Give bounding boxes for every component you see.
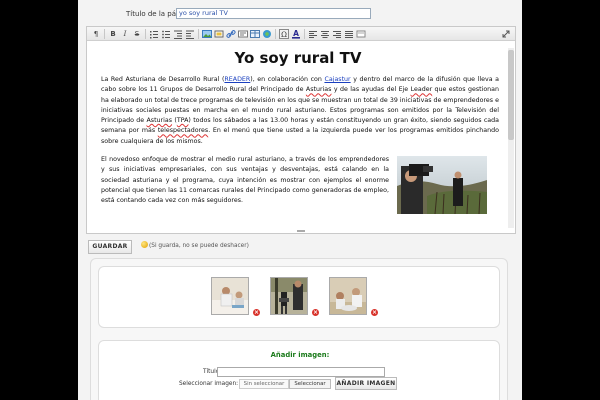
- select-image-label: Seleccionar imagen:: [179, 381, 239, 387]
- image-icon[interactable]: [202, 29, 212, 39]
- special-char-icon[interactable]: Ω: [279, 29, 289, 39]
- table-icon[interactable]: [250, 29, 260, 39]
- link-icon[interactable]: [226, 29, 236, 39]
- lightbulb-icon: [141, 241, 148, 248]
- editor-content[interactable]: Yo soy rural TV La Red Asturiana de Desa…: [93, 47, 503, 231]
- paragraph-link[interactable]: READER: [224, 76, 250, 83]
- list-ol-icon[interactable]: [149, 29, 159, 39]
- svg-text:Ω: Ω: [281, 31, 287, 39]
- delete-thumbnail-3-icon[interactable]: ×: [371, 309, 378, 316]
- thumbnail-2[interactable]: [270, 277, 308, 315]
- align-right-icon[interactable]: [332, 29, 342, 39]
- delete-thumbnail-2-icon[interactable]: ×: [312, 309, 319, 316]
- delete-thumbnail-1-icon[interactable]: ×: [253, 309, 260, 316]
- outdent-icon[interactable]: [173, 29, 183, 39]
- spellcheck-word: Asturias: [146, 117, 173, 125]
- spellcheck-word: Asturias: [305, 86, 332, 94]
- list-ul-icon[interactable]: [161, 29, 171, 39]
- paragraph-link[interactable]: Cajastur: [324, 76, 350, 83]
- image-title-input[interactable]: [217, 367, 385, 377]
- save-hint: (Si guarda, no se puede deshacer): [149, 243, 249, 249]
- editor-scrollbar[interactable]: [508, 48, 514, 228]
- add-image-panel: Añadir imagen: Título Seleccionar imagen…: [98, 340, 500, 400]
- toolbar-divider: [145, 29, 146, 39]
- scrollbar-thumb[interactable]: [508, 50, 514, 140]
- toolbar-divider: [104, 29, 105, 39]
- editor-toolbar: ¶ B I S Ω A: [87, 27, 515, 41]
- paragraph-text: ), en colaboración con: [250, 76, 325, 83]
- source-icon[interactable]: ¶: [91, 29, 101, 39]
- bold-icon[interactable]: B: [108, 29, 118, 39]
- add-image-button[interactable]: AÑADIR IMAGEN: [335, 377, 397, 390]
- page-title-input[interactable]: yo soy rural TV: [176, 8, 371, 19]
- maximize-icon[interactable]: [501, 29, 511, 39]
- paragraph-2: El novedoso enfoque de mostrar el medio …: [101, 156, 389, 205]
- media-icon[interactable]: [262, 29, 272, 39]
- unlink-icon[interactable]: [238, 29, 248, 39]
- italic-icon[interactable]: I: [120, 29, 130, 39]
- align-justify-icon[interactable]: [344, 29, 354, 39]
- file-status-field: Sin seleccionar: [239, 379, 289, 389]
- save-button[interactable]: GUARDAR: [88, 240, 132, 254]
- image-thumbnails: × × ×: [98, 266, 500, 328]
- align-center-icon[interactable]: [320, 29, 330, 39]
- page: Título de la página: yo soy rural TV ¶ B…: [78, 0, 522, 400]
- toolbar-divider: [275, 29, 276, 39]
- strike-icon[interactable]: S: [132, 29, 142, 39]
- spellcheck-word: TPA: [176, 117, 189, 125]
- rich-text-editor: ¶ B I S Ω A Yo soy rural TV La Red Astur…: [86, 26, 516, 234]
- thumbnail-3[interactable]: [329, 277, 367, 315]
- toolbar-divider: [304, 29, 305, 39]
- paragraph-text: y de las ayudas del Eje: [331, 86, 411, 94]
- toolbar-divider: [198, 29, 199, 39]
- align-left-icon[interactable]: [308, 29, 318, 39]
- document-title: Yo soy rural TV: [234, 49, 362, 67]
- add-image-title: Añadir imagen:: [270, 351, 330, 359]
- template-icon[interactable]: [214, 29, 224, 39]
- spellcheck-word: Leader: [410, 86, 433, 94]
- spellcheck-word: telespectadores: [157, 127, 209, 135]
- clear-format-icon[interactable]: [356, 29, 366, 39]
- text-color-icon[interactable]: A: [291, 29, 301, 39]
- editor-resize-handle[interactable]: [297, 230, 305, 232]
- indent-icon[interactable]: [185, 29, 195, 39]
- paragraph-1: La Red Asturiana de Desarrollo Rural (RE…: [101, 75, 499, 147]
- paragraph-2-block: El novedoso enfoque de mostrar el medio …: [93, 155, 503, 215]
- paragraph-text: La Red Asturiana de Desarrollo Rural (: [101, 76, 225, 83]
- select-file-button[interactable]: Seleccionar: [289, 379, 331, 389]
- svg-text:A: A: [293, 29, 299, 38]
- page-title-row: Título de la página: yo soy rural TV: [78, 8, 522, 20]
- embedded-photo[interactable]: [397, 156, 487, 215]
- thumbnail-1[interactable]: [211, 277, 249, 315]
